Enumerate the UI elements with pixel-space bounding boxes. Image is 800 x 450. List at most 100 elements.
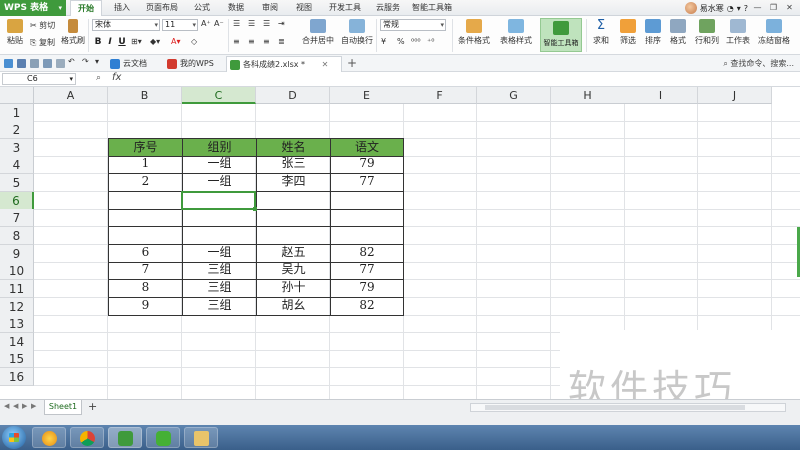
- underline-button[interactable]: U: [116, 37, 128, 47]
- taskbar-chrome[interactable]: [70, 427, 104, 448]
- print-preview-icon[interactable]: [43, 59, 52, 68]
- table-cell[interactable]: 一组: [182, 173, 256, 192]
- table-cell[interactable]: [108, 226, 182, 245]
- rows-cols-button[interactable]: 行和列: [693, 19, 721, 46]
- align-left-icon[interactable]: ≡: [233, 37, 240, 46]
- start-button[interactable]: [2, 426, 26, 449]
- table-cell[interactable]: 李四: [256, 173, 330, 192]
- avatar[interactable]: [684, 2, 697, 14]
- font-size-select[interactable]: 11: [162, 19, 198, 31]
- taskbar-explorer[interactable]: [184, 427, 218, 448]
- save-icon[interactable]: [17, 59, 26, 68]
- column-header[interactable]: B: [108, 87, 182, 104]
- currency-button[interactable]: ¥: [381, 37, 386, 46]
- row-header[interactable]: 14: [0, 333, 34, 351]
- conditional-format-button[interactable]: 条件格式: [456, 19, 492, 46]
- column-header[interactable]: D: [256, 87, 330, 104]
- merge-center-button[interactable]: 合并居中: [298, 19, 338, 46]
- fill-color-icon[interactable]: ◆▾: [150, 37, 160, 46]
- tab-review[interactable]: 审阅: [256, 0, 284, 16]
- table-cell[interactable]: [330, 226, 404, 245]
- worksheet-button[interactable]: 工作表: [724, 19, 752, 46]
- freeze-panes-button[interactable]: 冻结窗格: [756, 19, 792, 46]
- zoom-icon[interactable]: ⌕: [96, 73, 101, 83]
- grow-font-button[interactable]: A⁺: [201, 19, 211, 28]
- sort-button[interactable]: 排序: [642, 19, 664, 46]
- table-cell[interactable]: 孙十: [256, 279, 330, 298]
- row-header[interactable]: 4: [0, 156, 34, 174]
- row-header[interactable]: 7: [0, 209, 34, 227]
- table-cell[interactable]: 8: [108, 279, 182, 298]
- fill-handle[interactable]: [253, 207, 257, 211]
- copy-button[interactable]: ⎘ 复制: [30, 37, 55, 48]
- table-cell[interactable]: 吴九: [256, 261, 330, 280]
- tab-my-wps[interactable]: 我的WPS: [164, 56, 222, 72]
- next-sheet-icon[interactable]: ▶: [22, 402, 27, 410]
- cut-button[interactable]: ✂ 剪切: [30, 20, 55, 31]
- column-header[interactable]: C: [182, 87, 256, 104]
- tab-formulas[interactable]: 公式: [188, 0, 216, 16]
- column-header[interactable]: E: [330, 87, 404, 104]
- table-cell[interactable]: 三组: [182, 261, 256, 280]
- table-cell[interactable]: 一组: [182, 155, 256, 174]
- row-header[interactable]: 9: [0, 245, 34, 263]
- table-cell[interactable]: 79: [330, 155, 404, 174]
- shrink-font-button[interactable]: A⁻: [214, 19, 224, 28]
- font-name-select[interactable]: 宋体: [92, 19, 160, 31]
- column-header[interactable]: J: [698, 87, 772, 104]
- align-right-icon[interactable]: ≡: [263, 37, 270, 46]
- table-cell[interactable]: 79: [330, 279, 404, 298]
- tab-document[interactable]: 各科成绩2.xlsx * ✕: [226, 56, 342, 72]
- active-cell-outline[interactable]: [181, 191, 256, 210]
- italic-button[interactable]: I: [104, 37, 116, 47]
- taskbar-wechat[interactable]: [146, 427, 180, 448]
- minimize-button[interactable]: —: [751, 2, 764, 14]
- number-format-select[interactable]: 常规: [380, 19, 446, 31]
- table-cell[interactable]: 7: [108, 261, 182, 280]
- close-icon[interactable]: ✕: [322, 60, 329, 69]
- sum-button[interactable]: Σ 求和: [590, 19, 612, 46]
- row-header[interactable]: 3: [0, 139, 34, 157]
- tab-smart-toolbox[interactable]: 智能工具箱: [408, 0, 456, 16]
- row-header[interactable]: 8: [0, 227, 34, 245]
- indent-icon[interactable]: ⇥: [278, 19, 285, 28]
- wrap-text-button[interactable]: 自动换行: [340, 19, 374, 46]
- sheet-tab[interactable]: Sheet1: [44, 400, 82, 415]
- column-header[interactable]: F: [403, 87, 477, 104]
- row-header[interactable]: 12: [0, 298, 34, 316]
- add-sheet-button[interactable]: +: [88, 400, 97, 413]
- table-cell[interactable]: [256, 226, 330, 245]
- tab-view[interactable]: 视图: [290, 0, 318, 16]
- table-cell[interactable]: 77: [330, 173, 404, 192]
- row-header[interactable]: 16: [0, 368, 34, 386]
- prev-sheet-icon[interactable]: ◀: [13, 402, 18, 410]
- table-cell[interactable]: 三组: [182, 279, 256, 298]
- chevron-down-icon[interactable]: ▾: [737, 4, 741, 13]
- user-name[interactable]: 易水寒: [700, 3, 724, 14]
- table-cell[interactable]: 1: [108, 155, 182, 174]
- app-menu-button[interactable]: WPS 表格 ▾: [0, 0, 66, 16]
- borders-icon[interactable]: ⊞▾: [131, 37, 142, 46]
- align-middle-icon[interactable]: ☰: [248, 19, 255, 28]
- table-cell[interactable]: 2: [108, 173, 182, 192]
- filter-button[interactable]: 筛选: [616, 19, 640, 46]
- table-style-button[interactable]: 表格样式: [496, 19, 536, 46]
- table-cell[interactable]: 胡幺: [256, 297, 330, 316]
- align-center-icon[interactable]: ≡: [248, 37, 255, 46]
- align-bottom-icon[interactable]: ☰: [263, 19, 270, 28]
- table-cell[interactable]: 三组: [182, 297, 256, 316]
- table-cell[interactable]: [182, 208, 256, 227]
- format-button[interactable]: 格式: [667, 19, 689, 46]
- find-command[interactable]: ⌕ 查找命令、搜索...: [723, 58, 794, 69]
- table-cell[interactable]: [182, 226, 256, 245]
- column-header[interactable]: I: [624, 87, 698, 104]
- thousands-icon[interactable]: ⁰⁰⁰: [411, 37, 421, 46]
- align-top-icon[interactable]: ☰: [233, 19, 240, 28]
- column-header[interactable]: A: [34, 87, 108, 104]
- help-icon[interactable]: ?: [744, 4, 748, 13]
- restore-button[interactable]: ❐: [767, 2, 780, 14]
- table-cell[interactable]: [330, 208, 404, 227]
- preview-icon[interactable]: [56, 59, 65, 68]
- skin-icon[interactable]: ◔: [727, 4, 734, 13]
- smart-toolbox-button[interactable]: 智能工具箱: [540, 18, 582, 52]
